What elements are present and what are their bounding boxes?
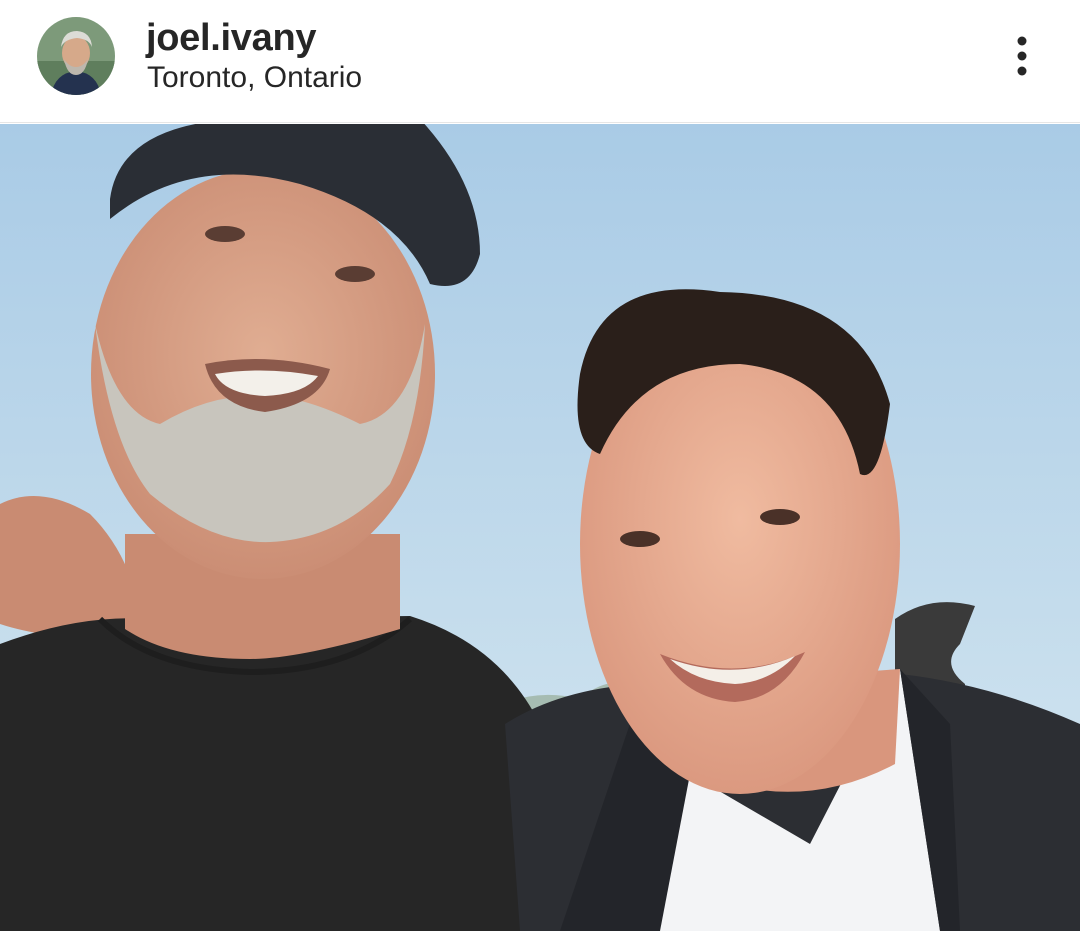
more-vertical-icon [1017,36,1027,76]
post-photo[interactable] [0,124,1080,931]
location-label[interactable]: Toronto, Ontario [147,58,362,98]
username[interactable]: joel.ivany [146,14,317,62]
selfie-photo [0,124,1080,931]
more-options-button[interactable] [998,30,1046,82]
profile-avatar[interactable] [37,17,115,95]
post-header: joel.ivany Toronto, Ontario [0,0,1080,123]
avatar-image [37,17,115,95]
